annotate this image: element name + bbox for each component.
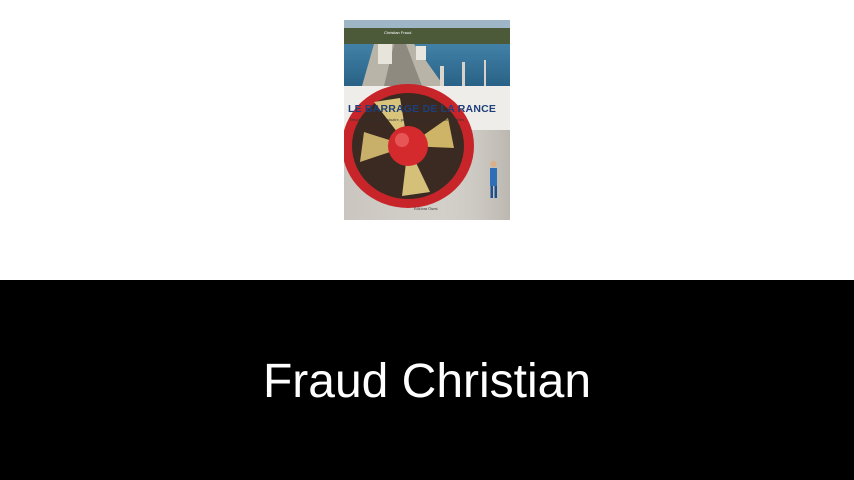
cover-title-text: LE BARRAGE DE LA RANCE [348, 103, 497, 115]
cover-subtitle-text: Témoin des marées à estuaire, précurseur… [349, 117, 465, 122]
author-name: Fraud Christian [262, 355, 592, 408]
author-caption-bar: Fraud Christian [0, 280, 854, 480]
cover-area: Christian Fraud LE BARRAGE DE LA RANCE T… [0, 0, 854, 280]
cover-author-text: Christian Fraud [384, 30, 412, 35]
book-cover-image[interactable]: Christian Fraud LE BARRAGE DE LA RANCE T… [344, 20, 510, 220]
cover-publisher-text: Éditions Ouest [414, 206, 438, 211]
